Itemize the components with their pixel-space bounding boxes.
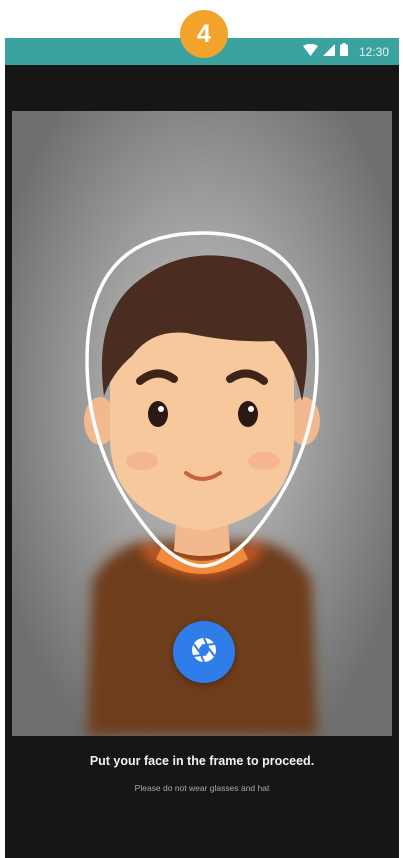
status-time: 12:30 xyxy=(358,45,389,59)
aperture-icon xyxy=(189,635,219,670)
phone-screen: 12:30 Put your face in the frame to proc… xyxy=(5,38,399,858)
camera-preview xyxy=(12,111,392,736)
capture-button[interactable] xyxy=(173,621,235,683)
instruction-title: Put your face in the frame to proceed. xyxy=(89,754,315,768)
wifi-icon xyxy=(302,43,318,61)
step-number-badge: 4 xyxy=(180,10,228,58)
status-icons: 12:30 xyxy=(302,43,389,61)
left-eye xyxy=(148,401,168,427)
signal-icon xyxy=(322,43,335,61)
step-number: 4 xyxy=(197,19,211,48)
right-eye xyxy=(238,401,258,427)
battery-icon xyxy=(339,43,348,61)
instruction-hint: Please do not wear glasses and hat xyxy=(134,783,270,793)
